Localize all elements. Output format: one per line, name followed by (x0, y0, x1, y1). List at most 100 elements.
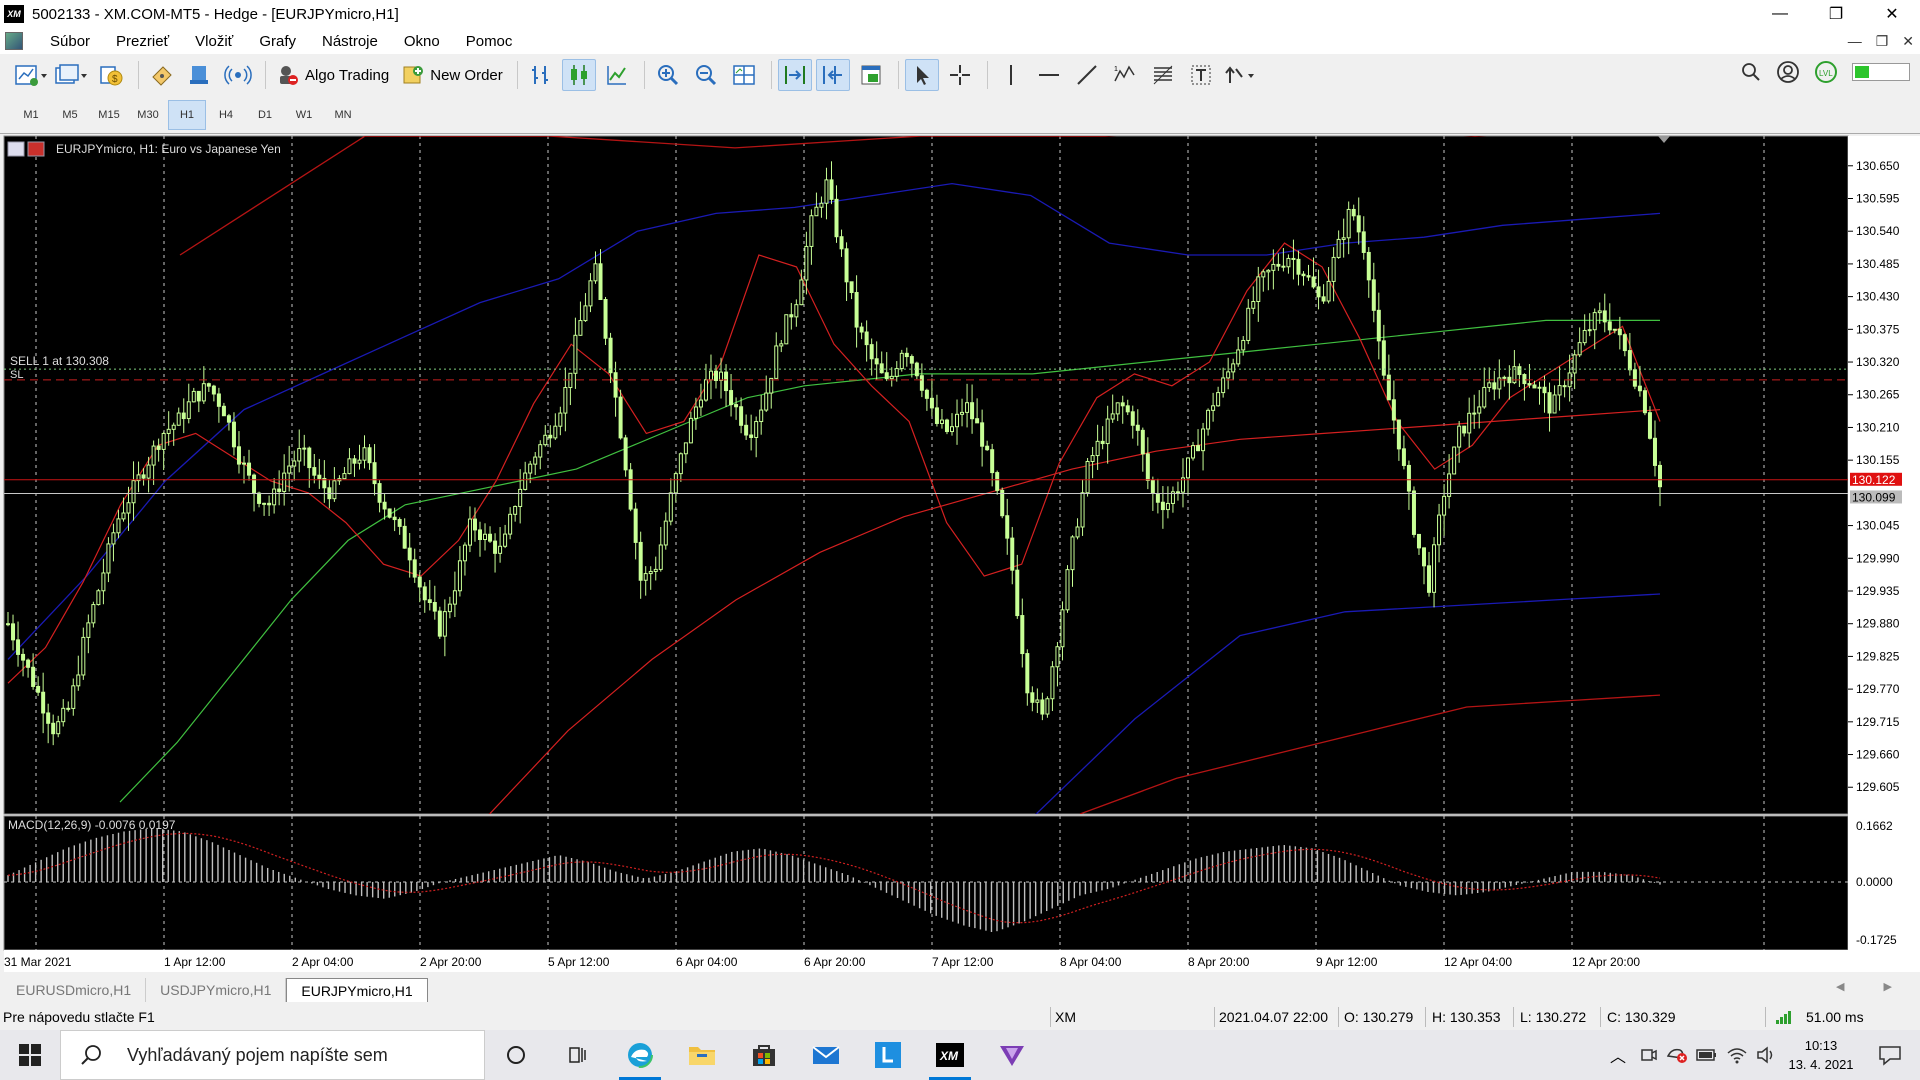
zoom-out-button[interactable] (689, 59, 723, 91)
navigator-button[interactable] (145, 59, 179, 91)
candle-body (242, 462, 246, 465)
bar-chart-button[interactable] (524, 59, 558, 91)
candle-body (1652, 437, 1657, 466)
vps-icon[interactable]: LVL (1814, 60, 1838, 84)
text-tool-button[interactable] (1184, 59, 1218, 91)
tab-scroll-arrows[interactable]: ◀ ▶ (1836, 980, 1910, 993)
menu-file[interactable]: Súbor (37, 33, 103, 50)
xm-app-button[interactable]: XM (919, 1030, 981, 1080)
zoom-in-button[interactable] (651, 59, 685, 91)
chart-window[interactable]: 31 Mar 2021 1 Apr 12:00 2 Apr 04:00 2 Apr 2… (0, 134, 1920, 972)
candle-body (724, 371, 729, 392)
volume-icon[interactable] (1756, 1046, 1776, 1064)
menu-insert[interactable]: Vložiť (182, 33, 246, 50)
elliott-wave-button[interactable]: 1 (1108, 59, 1142, 91)
templates-button[interactable] (854, 59, 888, 91)
candle-body (1075, 526, 1080, 538)
chart-shift-button[interactable] (815, 59, 850, 91)
store-button[interactable] (733, 1030, 795, 1080)
taskbar-search-input[interactable]: Vyhľadávaný pojem napíšte sem (60, 1030, 485, 1080)
candle-body (297, 448, 302, 462)
autoscroll-button[interactable] (777, 59, 812, 91)
mail-button[interactable] (795, 1030, 857, 1080)
minimize-button[interactable]: — (1752, 0, 1808, 28)
tab-usdjpy[interactable]: USDJPYmicro,H1 (146, 978, 287, 1002)
start-button[interactable] (0, 1030, 60, 1080)
search-icon[interactable] (1740, 61, 1762, 83)
candle-body (462, 544, 467, 562)
window-title: 5002133 - XM.COM-MT5 - Hedge - [EURJPYmi… (32, 5, 399, 23)
candle-body (1045, 698, 1050, 715)
battery-icon[interactable] (1696, 1047, 1718, 1063)
data-window-button[interactable] (183, 59, 217, 91)
market-watch-button[interactable]: $ (94, 59, 128, 91)
price-chart[interactable]: 31 Mar 2021 1 Apr 12:00 2 Apr 04:00 2 Apr 2… (0, 134, 1920, 972)
signals-button[interactable] (221, 59, 255, 91)
l-app-button[interactable] (857, 1030, 919, 1080)
edge-button[interactable] (609, 1030, 671, 1080)
tf-h4[interactable]: H4 (207, 100, 245, 130)
candle-body (427, 599, 432, 603)
cursor-tool-button[interactable] (904, 59, 939, 91)
mdi-restore-button[interactable]: ❐ (1876, 33, 1889, 50)
tf-w1[interactable]: W1 (285, 100, 323, 130)
restore-button[interactable]: ❐ (1808, 0, 1864, 28)
line-chart-button[interactable] (600, 59, 634, 91)
purple-app-button[interactable] (981, 1030, 1043, 1080)
candlestick-chart-button[interactable] (561, 59, 596, 91)
tab-eurusd[interactable]: EURUSDmicro,H1 (2, 978, 147, 1002)
time-tick-label: 7 Apr 12:00 (932, 955, 994, 969)
tab-eurjpy[interactable]: EURJPYmicro,H1 (286, 978, 428, 1002)
menu-view[interactable]: Prezrieť (103, 33, 182, 50)
taskbar-clock[interactable]: 10:13 13. 4. 2021 (1782, 1036, 1860, 1074)
elliott-wave-icon: 1 (1114, 65, 1135, 82)
tf-d1[interactable]: D1 (246, 100, 284, 130)
tf-m1[interactable]: M1 (12, 100, 50, 130)
price-pane (3, 135, 1849, 815)
tf-m5[interactable]: M5 (51, 100, 89, 130)
mdi-minimize-button[interactable]: — (1848, 33, 1862, 49)
tf-m15[interactable]: M15 (90, 100, 128, 130)
cortana-button[interactable] (485, 1030, 547, 1080)
trendline-button[interactable] (1070, 59, 1104, 91)
vertical-line-button[interactable] (994, 59, 1028, 91)
menu-tools[interactable]: Nástroje (309, 33, 391, 50)
timeframe-bar: M1 M5 M15 M30 H1 H4 D1 W1 MN (0, 96, 1920, 134)
candle-body (206, 383, 211, 387)
wifi-icon[interactable] (1726, 1046, 1748, 1064)
chart-window-icon[interactable] (5, 32, 23, 50)
horizontal-line-button[interactable] (1032, 59, 1066, 91)
price-tick-label: 129.770 (1856, 682, 1900, 696)
candle-body (412, 559, 417, 578)
price-tick-label: 130.320 (1856, 355, 1900, 369)
candle-body (593, 263, 598, 282)
tf-h1[interactable]: H1 (168, 99, 206, 130)
algo-trading-button[interactable]: Algo Trading (272, 59, 393, 91)
tile-windows-button[interactable] (727, 59, 761, 91)
mdi-close-button[interactable]: ✕ (1902, 33, 1914, 50)
cortana-icon (507, 1046, 525, 1064)
task-view-button[interactable] (547, 1030, 609, 1080)
candle-body (1442, 495, 1447, 516)
menu-help[interactable]: Pomoc (453, 33, 526, 50)
profiles-button[interactable] (54, 59, 90, 91)
chart-settings-icon (7, 141, 25, 157)
crosshair-tool-button[interactable] (943, 59, 977, 91)
tf-m30[interactable]: M30 (129, 100, 167, 130)
meet-now-icon[interactable] (1640, 1046, 1658, 1064)
new-chart-button[interactable] (14, 59, 50, 91)
fibonacci-button[interactable] (1146, 59, 1180, 91)
notifications-icon[interactable] (1860, 1043, 1920, 1067)
security-alert-icon[interactable] (1666, 1046, 1688, 1064)
new-order-button[interactable]: New Order (397, 59, 507, 91)
menu-window[interactable]: Okno (391, 33, 453, 50)
account-icon[interactable] (1776, 60, 1800, 84)
candle-body (1331, 256, 1336, 282)
close-button[interactable]: ✕ (1864, 0, 1920, 28)
time-tick-label: 12 Apr 20:00 (1572, 955, 1640, 969)
menu-charts[interactable]: Grafy (246, 33, 309, 50)
file-explorer-button[interactable] (671, 1030, 733, 1080)
tray-overflow-icon[interactable]: ︿ (1610, 1043, 1626, 1067)
arrows-tool-button[interactable] (1222, 59, 1258, 91)
tf-mn[interactable]: MN (324, 100, 362, 130)
